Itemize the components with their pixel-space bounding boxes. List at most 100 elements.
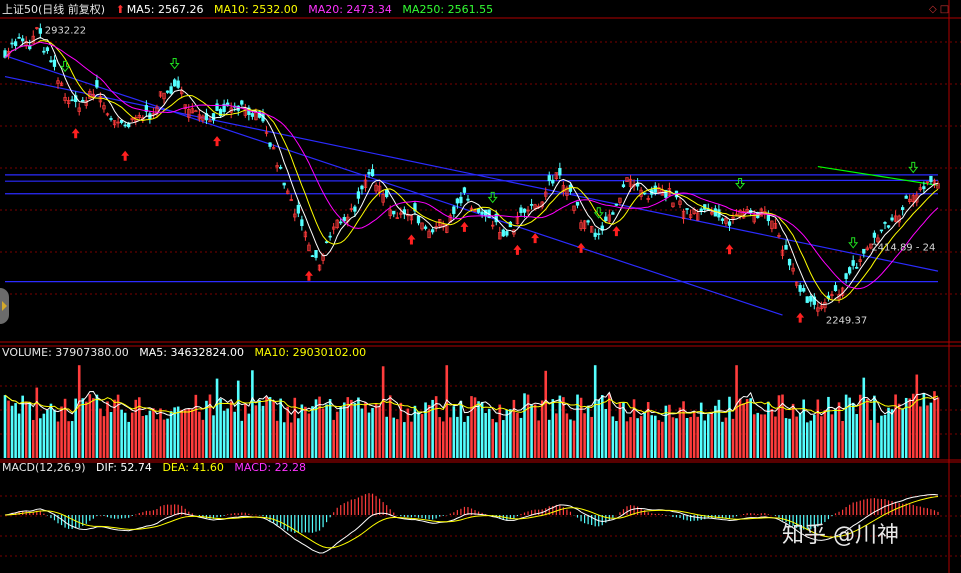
volume-bar xyxy=(494,422,498,458)
volume-bar xyxy=(102,416,106,458)
volume-bar xyxy=(862,377,866,458)
stock-chart[interactable]: 2932.22 2249.37 2414.89 - 24 xyxy=(0,0,961,573)
candle-body xyxy=(109,118,113,120)
volume-bar xyxy=(445,365,449,458)
volume-bar xyxy=(201,419,205,458)
volume-panel-header: VOLUME: 37907380.00 MA5: 34632824.00 MA1… xyxy=(2,346,373,360)
candle-body xyxy=(604,216,608,222)
candle-body xyxy=(70,99,74,102)
candle-body xyxy=(593,232,597,237)
candle-body xyxy=(452,206,456,214)
volume-bar xyxy=(502,420,505,458)
window-controls: ◇ □ xyxy=(926,4,949,15)
volume-bar xyxy=(205,400,208,458)
square-icon[interactable]: □ xyxy=(940,4,949,15)
candle-body xyxy=(699,208,703,212)
volume-bar xyxy=(378,405,381,458)
volume-ma5-label: MA5: 34632824.00 xyxy=(139,346,244,359)
volume-bar xyxy=(364,402,367,458)
volume-bar xyxy=(286,406,290,458)
volume-bar xyxy=(484,412,487,458)
volume-bar xyxy=(180,410,184,458)
volume-bar xyxy=(46,409,49,458)
candle-body xyxy=(392,210,396,215)
volume-bar xyxy=(738,398,742,458)
volume-bar xyxy=(77,365,81,458)
volume-bar xyxy=(629,417,632,458)
volume-bar xyxy=(289,422,293,458)
volume-bar xyxy=(381,366,385,458)
red-up-arrow-icon xyxy=(71,128,80,139)
candle-body xyxy=(809,295,813,302)
candle-body xyxy=(49,60,53,63)
red-up-arrow-icon xyxy=(531,233,540,244)
watermark: 知乎 @川神 xyxy=(782,523,899,548)
candle-body xyxy=(855,266,859,269)
volume-bar xyxy=(222,410,226,458)
candle-body xyxy=(353,206,357,212)
volume-bar xyxy=(523,393,526,458)
volume-bar xyxy=(841,420,844,458)
candle-body xyxy=(883,222,887,224)
volume-bar xyxy=(544,370,548,458)
candle-body xyxy=(324,241,329,244)
resistance-line-2 xyxy=(4,179,939,182)
volume-bar xyxy=(685,417,689,458)
candle-body xyxy=(211,113,216,121)
volume-bar xyxy=(611,416,615,458)
volume-bar xyxy=(452,406,456,458)
volume-bar xyxy=(187,408,191,458)
volume-bar xyxy=(706,414,710,458)
volume-bar xyxy=(724,417,728,458)
volume-bar xyxy=(282,422,286,458)
volume-bar xyxy=(933,391,936,458)
volume-bar xyxy=(99,408,102,458)
last-price-label: 2414.89 - 24 xyxy=(871,242,935,253)
candle-body xyxy=(551,179,555,184)
volume-bar xyxy=(145,415,148,458)
volume-bar xyxy=(597,399,601,458)
volume-bars xyxy=(3,365,940,458)
volume-bar xyxy=(752,414,756,458)
volume-bar xyxy=(3,395,7,458)
volume-bar xyxy=(844,394,848,458)
volume-bar xyxy=(60,406,63,458)
ma5-label: MA5: 2567.26 xyxy=(126,3,204,16)
volume-bar xyxy=(463,421,466,458)
candle-body xyxy=(215,103,219,111)
volume-bar xyxy=(689,416,692,458)
volume-bar xyxy=(763,414,767,458)
volume-bar xyxy=(88,394,92,458)
volume-bar xyxy=(558,395,562,458)
diamond-icon[interactable]: ◇ xyxy=(929,4,937,15)
candle-body xyxy=(784,244,788,250)
volume-bar xyxy=(759,414,763,458)
volume-bar xyxy=(816,399,820,458)
candle-body xyxy=(208,120,212,123)
candle-body xyxy=(727,221,732,226)
volume-bar xyxy=(254,405,258,458)
volume-bar xyxy=(547,419,551,458)
volume-bar xyxy=(233,411,237,458)
volume-bar xyxy=(395,419,399,458)
scroll-handle[interactable] xyxy=(0,288,9,324)
volume-bar xyxy=(113,399,116,458)
green-down-arrow-icon xyxy=(848,237,859,249)
candle-body xyxy=(127,123,131,128)
candle-body xyxy=(370,169,375,177)
candle-body xyxy=(879,229,884,232)
candle-body xyxy=(505,231,509,236)
candle-body xyxy=(81,99,85,102)
volume-bar xyxy=(608,393,611,458)
volume-bar xyxy=(929,402,933,458)
volume-bar xyxy=(653,415,657,458)
ma20-label: MA20: 2473.34 xyxy=(308,3,392,16)
candle-body xyxy=(310,255,315,257)
volume-bar xyxy=(639,416,643,458)
volume-bar xyxy=(325,404,328,458)
volume-bar xyxy=(805,422,809,458)
signal-arrows xyxy=(60,58,919,323)
volume-bar xyxy=(590,416,593,458)
volume-bar xyxy=(339,406,343,458)
candle-body xyxy=(455,198,460,204)
